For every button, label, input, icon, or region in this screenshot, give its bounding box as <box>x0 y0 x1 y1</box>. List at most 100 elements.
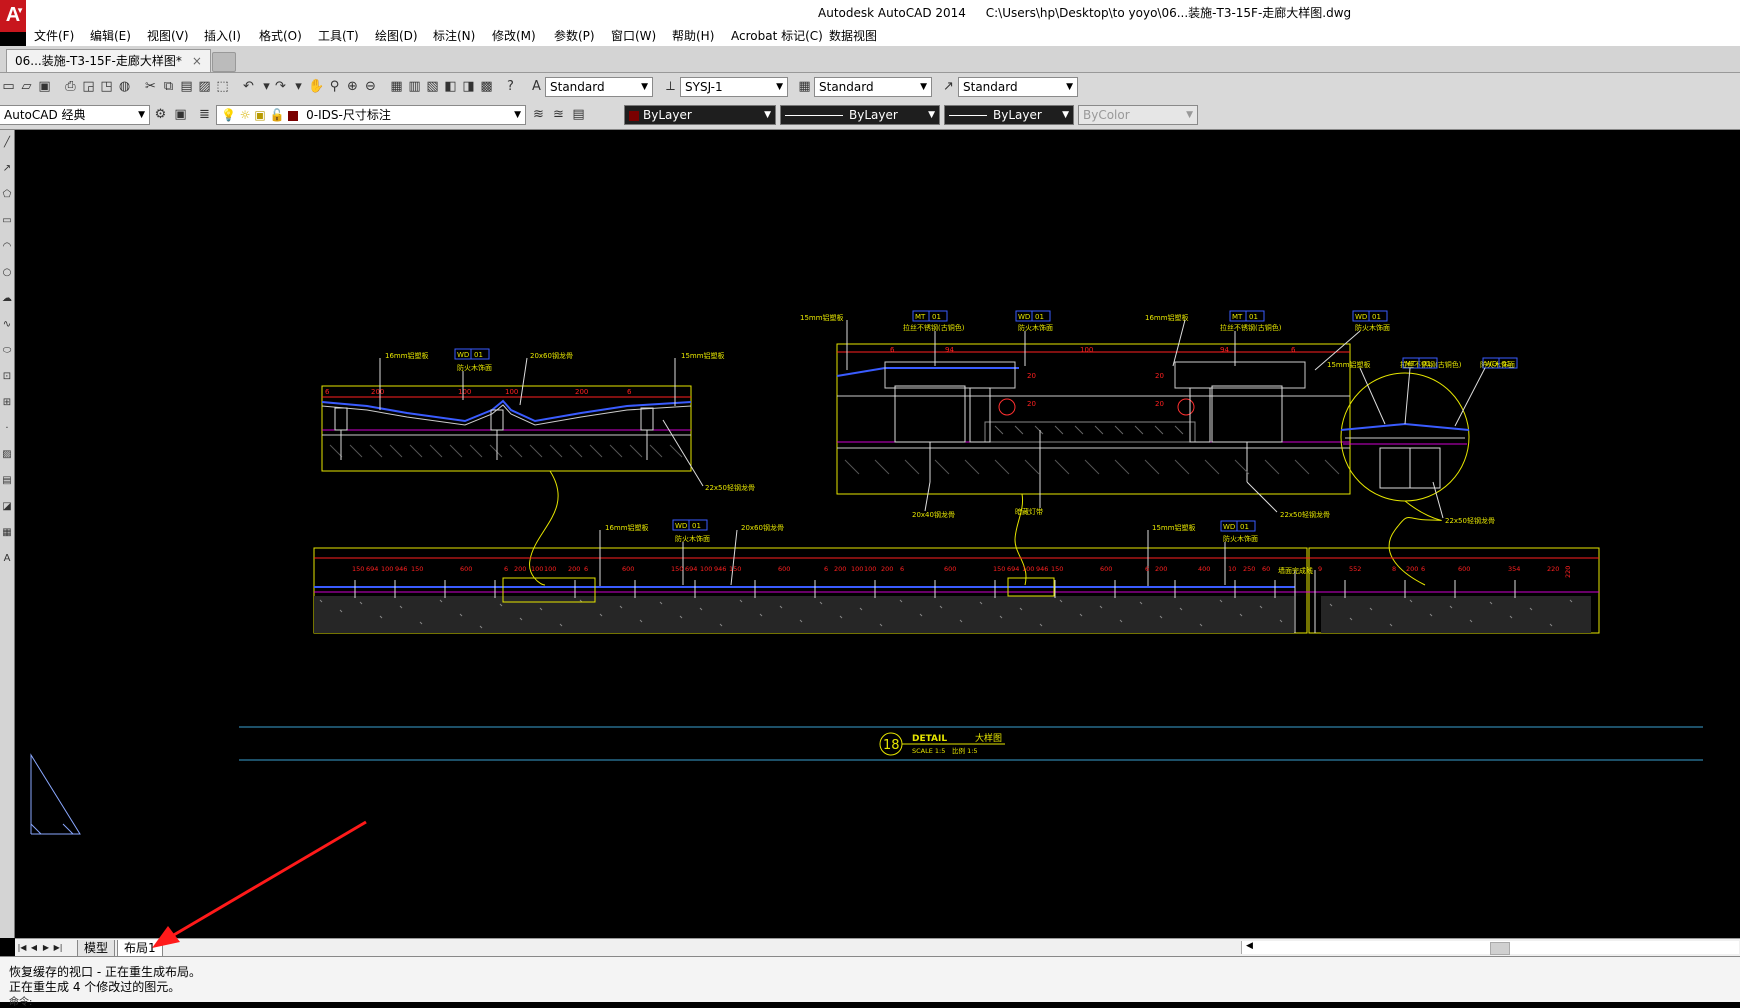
last-layout-icon[interactable]: ▶| <box>53 941 63 954</box>
publish-icon[interactable]: ◳ <box>98 78 115 95</box>
dim-label: 220 <box>1547 565 1559 573</box>
layer-states-icon[interactable]: ▤ <box>570 106 587 123</box>
linetype-select[interactable]: ByLayer ▼ <box>780 105 940 125</box>
annotation-label: 防火木饰面 <box>675 534 710 543</box>
close-icon[interactable]: × <box>192 54 202 68</box>
tag-number: 01 <box>932 313 941 321</box>
polygon-icon[interactable]: ⬠ <box>0 182 14 208</box>
make-block-icon[interactable]: ⊞ <box>0 390 14 416</box>
rectangle-icon[interactable]: ▭ <box>0 208 14 234</box>
properties-icon[interactable]: ▦ <box>388 78 405 95</box>
lineweight-select[interactable]: ByLayer ▼ <box>944 105 1074 125</box>
menu-insert[interactable]: 插入(I) <box>204 27 241 44</box>
command-window[interactable]: 恢复缓存的视口 - 正在重生成布局。 正在重生成 4 个修改过的图元。 命令: <box>0 956 1740 1008</box>
save-icon[interactable]: ▣ <box>36 78 53 95</box>
workspace-select[interactable]: AutoCAD 经典 ▼ <box>0 105 150 125</box>
text-style-select[interactable]: Standard ▼ <box>545 77 653 97</box>
chevron-down-icon: ▼ <box>514 110 521 120</box>
next-layout-icon[interactable]: ▶ <box>41 941 51 954</box>
drawing-canvas[interactable]: 6 200 100 100 200 6 16mm铝塑板 20x60钢龙骨 15m… <box>15 130 1740 938</box>
menu-data-view[interactable]: 数据视图 <box>829 27 877 44</box>
point-icon[interactable]: · <box>0 416 14 442</box>
paste-icon[interactable]: ▤ <box>178 78 195 95</box>
document-tab[interactable]: 06...装施-T3-15F-走廊大样图* × <box>6 49 211 72</box>
zoom-previous-icon[interactable]: ⊖ <box>362 78 379 95</box>
zoom-realtime-icon[interactable]: ⚲ <box>326 78 343 95</box>
menu-dimension[interactable]: 标注(N) <box>433 27 475 44</box>
copy-icon[interactable]: ⧉ <box>160 78 177 95</box>
pan-icon[interactable]: ✋ <box>308 78 325 95</box>
menu-modify[interactable]: 修改(M) <box>492 27 536 44</box>
menu-view[interactable]: 视图(V) <box>147 27 189 44</box>
prev-layout-icon[interactable]: ◀ <box>29 941 39 954</box>
layer-properties-icon[interactable]: ≣ <box>196 106 213 123</box>
scroll-left-icon[interactable]: ◀ <box>1246 941 1253 951</box>
help-icon[interactable]: ? <box>502 78 519 95</box>
3d-dwf-icon[interactable]: ◍ <box>116 78 133 95</box>
dim-label: 600 <box>1100 565 1112 573</box>
menu-help[interactable]: 帮助(H) <box>672 27 714 44</box>
polyline-icon[interactable]: ↗ <box>0 156 14 182</box>
hatch-icon[interactable]: ▨ <box>0 442 14 468</box>
redo-icon[interactable]: ↷ <box>272 78 289 95</box>
revcloud-icon[interactable]: ☁ <box>0 286 14 312</box>
table-style-select[interactable]: Standard ▼ <box>814 77 932 97</box>
layer-previous-icon[interactable]: ≊ <box>550 106 567 123</box>
match-properties-icon[interactable]: ▨ <box>196 78 213 95</box>
circle-icon[interactable]: ○ <box>0 260 14 286</box>
lightbulb-icon: 💡 <box>221 108 236 122</box>
dim-label: 150 <box>729 565 741 573</box>
menu-parametric[interactable]: 参数(P) <box>554 27 595 44</box>
undo-icon[interactable]: ↶ <box>240 78 257 95</box>
menu-tools[interactable]: 工具(T) <box>318 27 359 44</box>
scroll-thumb[interactable] <box>1490 942 1510 955</box>
menu-file[interactable]: 文件(F) <box>34 27 74 44</box>
plot-preview-icon[interactable]: ◲ <box>80 78 97 95</box>
block-editor-icon[interactable]: ⬚ <box>214 78 231 95</box>
arc-icon[interactable]: ◠ <box>0 234 14 260</box>
region-icon[interactable]: ◪ <box>0 494 14 520</box>
line-icon[interactable]: ╱ <box>0 130 14 156</box>
annotation-label: 墙面完成线 <box>1278 566 1313 575</box>
document-tab-bar: 06...装施-T3-15F-走廊大样图* × <box>0 46 1740 73</box>
menu-acrobat[interactable]: Acrobat 标记(C) <box>731 27 823 44</box>
layer-select[interactable]: 💡 ☼ ▣ 🔓 0-IDS-尺寸标注 ▼ <box>216 105 526 125</box>
menu-edit[interactable]: 编辑(E) <box>90 27 131 44</box>
markup-icon[interactable]: ◨ <box>460 78 477 95</box>
color-select[interactable]: ByLayer ▼ <box>624 105 776 125</box>
first-layout-icon[interactable]: |◀ <box>17 941 27 954</box>
insert-block-icon[interactable]: ⊡ <box>0 364 14 390</box>
new-tab-button[interactable] <box>212 52 236 72</box>
print-icon[interactable]: ⎙ <box>62 78 79 95</box>
new-file-icon[interactable]: ▭ <box>0 78 17 95</box>
dropdown-icon[interactable]: ▾ <box>290 78 307 95</box>
customize-icon[interactable]: ▣ <box>172 106 189 123</box>
design-center-icon[interactable]: ▥ <box>406 78 423 95</box>
ellipse-icon[interactable]: ⬭ <box>0 338 14 364</box>
make-current-icon[interactable]: ≋ <box>530 106 547 123</box>
menu-window[interactable]: 窗口(W) <box>611 27 656 44</box>
menu-format[interactable]: 格式(O) <box>259 27 302 44</box>
tool-palettes-icon[interactable]: ▧ <box>424 78 441 95</box>
tab-layout1[interactable]: 布局1 <box>117 940 163 957</box>
horizontal-scrollbar[interactable]: ◀ <box>1241 941 1739 955</box>
zoom-window-icon[interactable]: ⊕ <box>344 78 361 95</box>
spline-icon[interactable]: ∿ <box>0 312 14 338</box>
application-menu-button[interactable]: A ▼ <box>0 0 26 32</box>
multileader-style-select[interactable]: Standard ▼ <box>958 77 1078 97</box>
detail-circle-labels: 拉丝不锈钢(古铜色) 防火木饰面 15mm铝塑板 22x50轻钢龙骨 <box>1327 360 1515 525</box>
sheet-set-icon[interactable]: ◧ <box>442 78 459 95</box>
dim-label: 100 <box>1080 346 1093 354</box>
open-file-icon[interactable]: ▱ <box>18 78 35 95</box>
calculator-icon[interactable]: ▩ <box>478 78 495 95</box>
workspace-settings-icon[interactable]: ⚙ <box>152 106 169 123</box>
cut-icon[interactable]: ✂ <box>142 78 159 95</box>
dim-style-select[interactable]: SYSJ-1 ▼ <box>680 77 788 97</box>
tag-code: WD <box>1355 313 1367 321</box>
mtext-icon[interactable]: A <box>0 546 14 572</box>
section-detail-2 <box>836 343 1351 495</box>
menu-draw[interactable]: 绘图(D) <box>375 27 418 44</box>
table-icon[interactable]: ▦ <box>0 520 14 546</box>
gradient-icon[interactable]: ▤ <box>0 468 14 494</box>
tab-model[interactable]: 模型 <box>77 940 116 957</box>
